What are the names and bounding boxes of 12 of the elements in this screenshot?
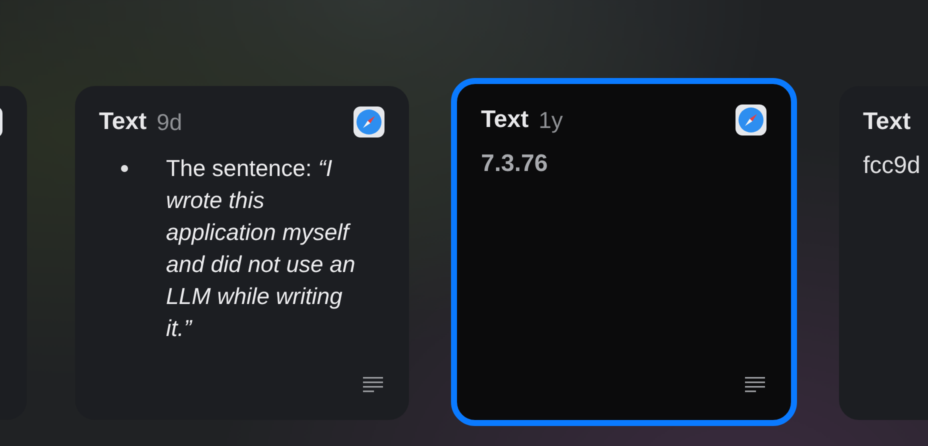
card-age: 1y <box>538 106 563 134</box>
card-title: Text <box>99 108 147 136</box>
bullet-icon <box>121 165 128 172</box>
card-title: Text <box>481 106 529 134</box>
clip-text: fcc9d <box>863 152 920 179</box>
clip-card[interactable]: Text 1y 7.3.76 <box>457 84 791 420</box>
clip-card[interactable]: Text fcc9d <box>839 86 928 420</box>
card-age: 9d <box>156 108 182 136</box>
card-title: Text <box>863 108 911 136</box>
clip-text: The sentence: “I wrote this application myself and did not use an LLM while writing it.” <box>166 154 356 343</box>
clip-text: 7.3.76 <box>481 150 548 177</box>
clip-card[interactable]: Text 9d The sentence: “I wrote this application myself and did not use an LLM while writing it.” <box>75 86 409 420</box>
